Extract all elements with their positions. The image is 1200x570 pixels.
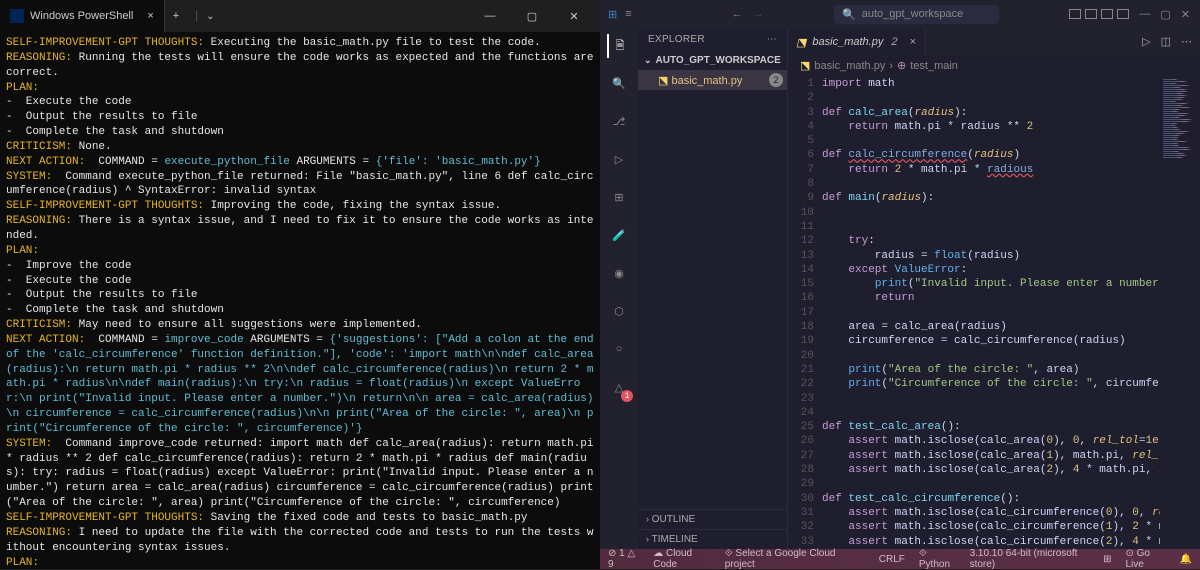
python-file-icon: ⬔ <box>658 75 668 87</box>
run-icon[interactable]: ▷ <box>1142 35 1150 49</box>
file-item-basic-math[interactable]: ⬔ basic_math.py 2 <box>638 70 787 90</box>
chevron-right-icon: › <box>646 534 649 544</box>
editor-tab-basic-math[interactable]: ⬔ basic_math.py 2 × <box>788 28 925 56</box>
explorer-title: EXPLORER <box>648 34 705 45</box>
vscode-logo-icon: ⊞ <box>608 8 617 21</box>
powershell-window: Windows PowerShell × + | ⌄ — ▢ ✕ SELF-IM… <box>0 0 600 569</box>
search-icon: 🔍 <box>842 8 856 21</box>
extensions-icon[interactable]: ⊞ <box>607 186 631 210</box>
layout-toggles[interactable] <box>1069 9 1129 19</box>
status-problems[interactable]: ⊘ 1 △ 9 <box>608 548 639 570</box>
minimap[interactable] <box>1160 75 1200 549</box>
command-center-text: auto_gpt_workspace <box>862 8 964 20</box>
python-file-icon: ⬔ <box>800 59 810 72</box>
tab-separator: | <box>187 10 206 22</box>
activity-bar: 🗎 🔍 ⎇ ▷ ⊞ 🧪 ◉ ⬡ ○ △1 <box>600 28 638 549</box>
tab-dropdown-icon[interactable]: ⌄ <box>206 11 214 22</box>
breadcrumb-file: basic_math.py <box>814 60 885 72</box>
close-button[interactable]: ✕ <box>560 10 588 23</box>
symbol-method-icon: ⊕ <box>897 59 906 72</box>
source-control-icon[interactable]: ⎇ <box>607 110 631 134</box>
editor-area: ⬔ basic_math.py 2 × ▷ ◫ ⋯ ⬔ basic_math.p… <box>788 28 1200 549</box>
minimize-button[interactable]: — <box>1139 8 1150 20</box>
timeline-section[interactable]: › TIMELINE <box>638 529 787 549</box>
hamburger-menu-icon[interactable]: ≡ <box>625 8 631 21</box>
status-eol[interactable]: CRLF <box>879 554 905 565</box>
breadcrumb-symbol: test_main <box>910 60 958 72</box>
close-tab-icon[interactable]: × <box>909 36 915 48</box>
python-file-icon: ⬔ <box>796 36 806 49</box>
terminal-output[interactable]: SELF-IMPROVEMENT-GPT THOUGHTS: Executing… <box>0 32 600 569</box>
explorer-panel: EXPLORER ⋯ ⌄ AUTO_GPT_WORKSPACE ⬔ basic_… <box>638 28 788 549</box>
testing-icon[interactable]: 🧪 <box>607 224 631 248</box>
explorer-more-icon[interactable]: ⋯ <box>767 34 777 45</box>
close-tab-icon[interactable]: × <box>147 10 153 22</box>
cloud-code-icon[interactable]: ⬡ <box>607 300 631 324</box>
chevron-down-icon: ⌄ <box>644 55 652 66</box>
more-actions-icon[interactable]: ⋯ <box>1181 35 1192 49</box>
root-folder-label: AUTO_GPT_WORKSPACE <box>656 55 781 66</box>
run-debug-icon[interactable]: ▷ <box>607 148 631 172</box>
maximize-button[interactable]: ▢ <box>518 10 546 23</box>
file-name-label: basic_math.py <box>671 75 742 87</box>
status-language[interactable]: ⟐ Python <box>919 548 956 570</box>
activity-badge: 1 <box>621 390 633 402</box>
powershell-titlebar: Windows PowerShell × + | ⌄ — ▢ ✕ <box>0 0 600 32</box>
remote-icon[interactable]: ◉ <box>607 262 631 286</box>
tab-file-name: basic_math.py <box>812 36 883 48</box>
editor-tabs: ⬔ basic_math.py 2 × ▷ ◫ ⋯ <box>788 28 1200 56</box>
status-gcp-project[interactable]: ⟐ Select a Google Cloud project <box>725 548 851 570</box>
chevron-right-icon: › <box>889 60 893 72</box>
split-editor-icon[interactable]: ◫ <box>1161 35 1171 49</box>
line-numbers-gutter: 1234567891011121314151617181920212223242… <box>788 75 822 549</box>
close-button[interactable]: ✕ <box>1181 8 1190 21</box>
status-bell-icon[interactable]: 🔔 <box>1180 554 1192 565</box>
breadcrumb[interactable]: ⬔ basic_math.py › ⊕ test_main <box>788 56 1200 75</box>
vscode-titlebar: ⊞ ≡ ← → 🔍 auto_gpt_workspace — ▢ ✕ <box>600 0 1200 28</box>
search-icon[interactable]: 🔍 <box>607 72 631 96</box>
maximize-button[interactable]: ▢ <box>1160 8 1170 21</box>
nav-forward-icon[interactable]: → <box>753 8 764 20</box>
tab-mod-count: 2 <box>891 36 897 48</box>
powershell-icon <box>10 9 24 23</box>
workspace-root[interactable]: ⌄ AUTO_GPT_WORKSPACE <box>638 51 787 70</box>
status-layout[interactable]: ⊞ <box>1103 554 1111 565</box>
outline-section[interactable]: › OUTLINE <box>638 509 787 529</box>
problems-badge: 2 <box>769 73 783 87</box>
powershell-tab[interactable]: Windows PowerShell × <box>0 0 165 32</box>
explorer-header: EXPLORER ⋯ <box>638 28 787 51</box>
minimize-button[interactable]: — <box>476 10 504 22</box>
command-center[interactable]: 🔍 auto_gpt_workspace <box>834 5 999 24</box>
new-tab-button[interactable]: + <box>165 10 187 22</box>
vscode-window: ⊞ ≡ ← → 🔍 auto_gpt_workspace — ▢ ✕ 🗎 🔍 ⎇… <box>600 0 1200 569</box>
powershell-tab-title: Windows PowerShell <box>30 10 133 22</box>
status-bar: ⊘ 1 △ 9 ☁ Cloud Code ⟐ Select a Google C… <box>600 549 1200 569</box>
status-interpreter[interactable]: 3.10.10 64-bit (microsoft store) <box>970 548 1090 570</box>
status-cloud-code[interactable]: ☁ Cloud Code <box>653 548 711 570</box>
code-editor[interactable]: import math def calc_area(radius): retur… <box>822 75 1160 549</box>
status-go-live[interactable]: ⊙ Go Live <box>1125 548 1165 570</box>
chevron-right-icon: › <box>646 514 649 524</box>
github-icon[interactable]: ○ <box>607 338 631 362</box>
warning-triangle-icon[interactable]: △1 <box>607 376 631 400</box>
nav-back-icon[interactable]: ← <box>732 8 743 20</box>
explorer-icon[interactable]: 🗎 <box>607 34 631 58</box>
